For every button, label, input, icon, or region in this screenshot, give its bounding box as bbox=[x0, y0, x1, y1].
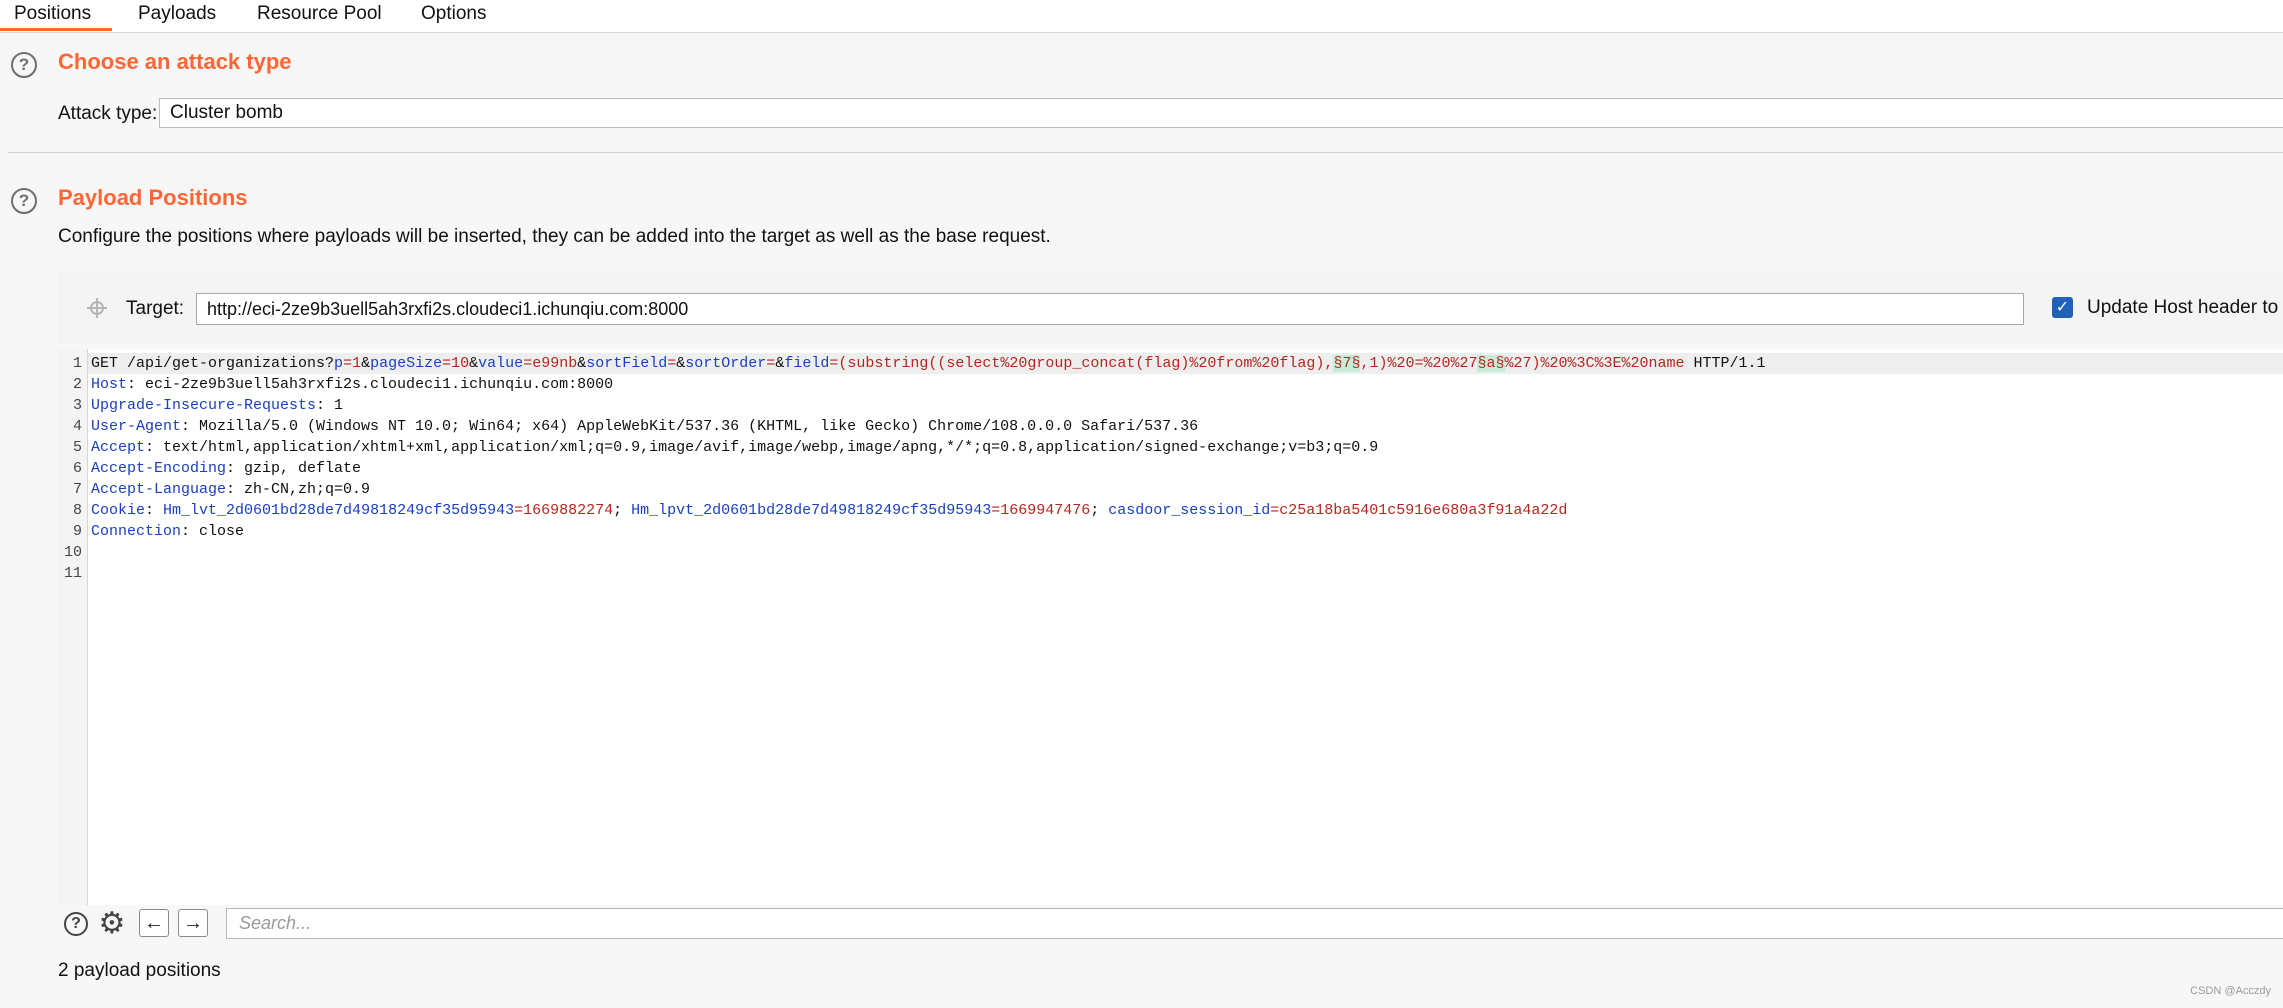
payload-positions-title: Payload Positions bbox=[58, 185, 248, 210]
line-number: 8 bbox=[72, 502, 82, 519]
help-icon[interactable]: ? bbox=[64, 912, 88, 936]
cookie-value: =c25a18ba5401c5916e680a3f91a4a22d bbox=[1270, 502, 1568, 519]
help-icon[interactable]: ? bbox=[11, 52, 37, 78]
param-key: field bbox=[784, 355, 830, 372]
param-value: = bbox=[343, 355, 353, 372]
line-number: 5 bbox=[72, 439, 82, 456]
param-value: 10 bbox=[451, 355, 470, 372]
param-value: e99nb bbox=[532, 355, 578, 372]
header-key: Cookie bbox=[91, 502, 146, 519]
header-value: : text/html,application/xhtml+xml,applic… bbox=[145, 439, 1379, 456]
param-key: pageSize bbox=[370, 355, 443, 372]
header-key: Accept-Encoding bbox=[91, 460, 227, 477]
tab-options[interactable]: Options bbox=[407, 0, 500, 28]
search-input[interactable]: Search... bbox=[226, 908, 2283, 939]
target-input[interactable]: http://eci-2ze9b3uell5ah3rxfi2s.cloudeci… bbox=[196, 293, 2024, 325]
header-key: Upgrade-Insecure-Requests bbox=[91, 397, 317, 414]
cookie-key: Hm_lvt_2d0601bd28de7d49818249cf35d95943 bbox=[163, 502, 515, 519]
param-separator: & bbox=[361, 355, 371, 372]
update-host-checkbox[interactable]: ✓ bbox=[2052, 297, 2073, 318]
line-number: 2 bbox=[72, 376, 82, 393]
attack-type-select[interactable]: Cluster bomb bbox=[159, 98, 2283, 128]
crosshair-icon bbox=[87, 298, 107, 318]
line-number: 6 bbox=[72, 460, 82, 477]
payload-marker[interactable]: §7§ bbox=[1333, 355, 1361, 372]
cookie-value: =1669882274 bbox=[514, 502, 614, 519]
param-separator: & bbox=[469, 355, 479, 372]
header-value: : close bbox=[181, 523, 245, 540]
param-value: %27)%20%3C%3E%20name bbox=[1504, 355, 1685, 372]
attack-type-title: Choose an attack type bbox=[58, 49, 292, 74]
header-line[interactable]: User-Agent: Mozilla/5.0 (Windows NT 10.0… bbox=[91, 416, 1198, 437]
tab-bar: Positions Payloads Resource Pool Options bbox=[0, 0, 2283, 33]
header-line[interactable]: Cookie: Hm_lvt_2d0601bd28de7d49818249cf3… bbox=[91, 500, 1567, 521]
param-equals: = bbox=[766, 355, 776, 372]
update-host-label: Update Host header to m bbox=[2087, 297, 2283, 318]
header-key: Host bbox=[91, 376, 128, 393]
line-number: 10 bbox=[63, 544, 82, 561]
param-key: p bbox=[334, 355, 344, 372]
header-key: Accept bbox=[91, 439, 146, 456]
header-line[interactable]: Accept-Language: zh-CN,zh;q=0.9 bbox=[91, 479, 370, 500]
line-number: 7 bbox=[72, 481, 82, 498]
request-method-path: GET /api/get-organizations? bbox=[91, 355, 335, 372]
param-key: sortOrder bbox=[685, 355, 767, 372]
line-number: 9 bbox=[72, 523, 82, 540]
cookie-value: =1669947476 bbox=[991, 502, 1091, 519]
param-separator: & bbox=[577, 355, 587, 372]
header-value: : gzip, deflate bbox=[226, 460, 362, 477]
request-line[interactable]: GET /api/get-organizations?p=1&pageSize=… bbox=[91, 353, 1766, 374]
http-version: HTTP/1.1 bbox=[1684, 355, 1766, 372]
param-value: =(substring((select%20group_concat(flag)… bbox=[829, 355, 1334, 372]
cookie-key: Hm_lpvt_2d0601bd28de7d49818249cf35d95943 bbox=[631, 502, 992, 519]
param-value: 1 bbox=[352, 355, 362, 372]
target-label: Target: bbox=[126, 298, 185, 319]
section-divider bbox=[8, 152, 2283, 153]
cookie-key: casdoor_session_id bbox=[1108, 502, 1271, 519]
param-separator: & bbox=[676, 355, 686, 372]
payload-positions-description: Configure the positions where payloads w… bbox=[58, 226, 1051, 247]
line-number: 1 bbox=[72, 355, 82, 372]
header-value: : 1 bbox=[316, 397, 344, 414]
param-equals: = bbox=[667, 355, 677, 372]
line-number: 4 bbox=[72, 418, 82, 435]
header-value: : Mozilla/5.0 (Windows NT 10.0; Win64; x… bbox=[181, 418, 1199, 435]
param-equals: = bbox=[442, 355, 452, 372]
forward-button[interactable]: → bbox=[178, 909, 208, 937]
param-value: ,1)%20=%20%27 bbox=[1360, 355, 1478, 372]
header-line[interactable]: Upgrade-Insecure-Requests: 1 bbox=[91, 395, 343, 416]
header-line[interactable]: Connection: close bbox=[91, 521, 244, 542]
header-value: : zh-CN,zh;q=0.9 bbox=[226, 481, 371, 498]
line-number: 11 bbox=[63, 565, 82, 582]
param-key: value bbox=[478, 355, 524, 372]
gear-icon[interactable]: ⚙ bbox=[97, 909, 127, 939]
back-button[interactable]: ← bbox=[139, 909, 169, 937]
payload-count: 2 payload positions bbox=[58, 960, 221, 981]
tab-resource-pool[interactable]: Resource Pool bbox=[243, 0, 396, 28]
tab-positions[interactable]: Positions bbox=[0, 0, 112, 31]
attack-type-label: Attack type: bbox=[58, 103, 158, 124]
header-key: User-Agent bbox=[91, 418, 182, 435]
cookie-separator: ; bbox=[1090, 502, 1109, 519]
tab-payloads[interactable]: Payloads bbox=[124, 0, 230, 28]
param-separator: & bbox=[775, 355, 785, 372]
header-line[interactable]: Accept-Encoding: gzip, deflate bbox=[91, 458, 361, 479]
header-line[interactable]: Host: eci-2ze9b3uell5ah3rxfi2s.cloudeci1… bbox=[91, 374, 613, 395]
header-value: : eci-2ze9b3uell5ah3rxfi2s.cloudeci1.ich… bbox=[127, 376, 614, 393]
header-key: Connection bbox=[91, 523, 182, 540]
line-number: 3 bbox=[72, 397, 82, 414]
help-icon[interactable]: ? bbox=[11, 188, 37, 214]
param-key: sortField bbox=[586, 355, 668, 372]
payload-marker[interactable]: §a§ bbox=[1477, 355, 1505, 372]
header-key: Accept-Language bbox=[91, 481, 227, 498]
watermark: CSDN @Acczdy bbox=[2190, 985, 2271, 997]
cookie-separator: ; bbox=[613, 502, 632, 519]
header-separator: : bbox=[145, 502, 164, 519]
param-equals: = bbox=[523, 355, 533, 372]
header-line[interactable]: Accept: text/html,application/xhtml+xml,… bbox=[91, 437, 1378, 458]
